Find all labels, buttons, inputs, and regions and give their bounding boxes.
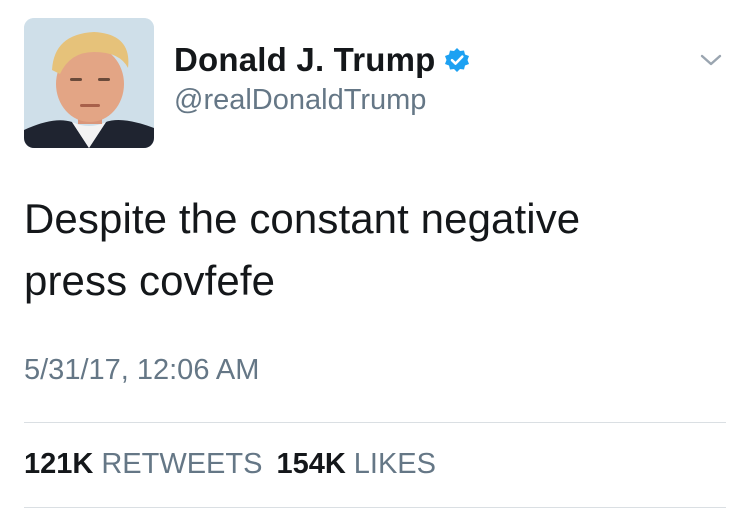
retweets-label: RETWEETS	[101, 448, 263, 480]
tweet-stats: 121K RETWEETS 154K LIKES	[24, 448, 450, 481]
likes-count: 154K	[276, 448, 346, 480]
avatar[interactable]	[24, 18, 154, 148]
chevron-down-icon[interactable]	[698, 50, 724, 70]
tweet-timestamp[interactable]: 5/31/17, 12:06 AM	[24, 354, 259, 387]
likes-stat[interactable]: 154K LIKES	[276, 448, 436, 481]
retweets-count: 121K	[24, 448, 94, 480]
author-handle[interactable]: @realDonaldTrump	[174, 84, 470, 117]
retweets-stat[interactable]: 121K RETWEETS	[24, 448, 262, 481]
avatar-image	[24, 18, 154, 148]
tweet-text: Despite the constant negative press covf…	[24, 188, 724, 312]
author-block[interactable]: Donald J. Trump @realDonaldTrump	[174, 40, 470, 117]
likes-label: LIKES	[353, 448, 436, 480]
divider-top	[24, 422, 726, 423]
author-name-row: Donald J. Trump	[174, 40, 470, 80]
display-name[interactable]: Donald J. Trump	[174, 41, 436, 79]
divider-bottom	[24, 507, 726, 508]
verified-badge-icon	[444, 47, 470, 73]
tweet-text-line-2: press covfefe	[24, 257, 276, 304]
tweet-text-line-1: Despite the constant negative	[24, 195, 581, 242]
